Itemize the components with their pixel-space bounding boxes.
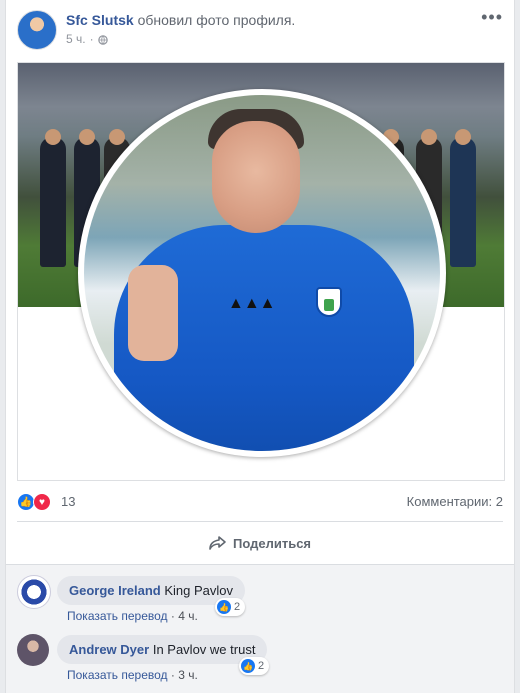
comment-meta: Показать перевод · 4 ч. bbox=[67, 609, 198, 623]
profile-photo-update[interactable]: ▲▲▲ bbox=[17, 62, 505, 481]
comments-section: George Ireland King Pavlov 👍 2 Показать … bbox=[6, 564, 514, 693]
comment-item: George Ireland King Pavlov 👍 2 Показать … bbox=[17, 569, 503, 625]
comment-like-count: 2 bbox=[258, 660, 265, 672]
globe-icon[interactable] bbox=[97, 34, 108, 45]
post-card: Sfc Slutsk обновил фото профиля. 5 ч. · … bbox=[5, 0, 515, 693]
comment-like-count: 2 bbox=[234, 601, 241, 613]
like-reaction-icon: 👍 bbox=[217, 600, 231, 614]
share-button[interactable]: Поделиться bbox=[17, 526, 503, 560]
profile-picture-frame: ▲▲▲ bbox=[78, 89, 446, 457]
translate-link[interactable]: Показать перевод bbox=[67, 668, 168, 682]
club-crest-icon bbox=[316, 287, 342, 317]
comments-count-link[interactable]: Комментарии: 2 bbox=[407, 494, 503, 509]
like-reaction-icon: 👍 bbox=[241, 659, 255, 673]
commenter-avatar[interactable] bbox=[17, 575, 51, 609]
share-label: Поделиться bbox=[232, 535, 312, 551]
reaction-icons[interactable]: 👍 ♥ bbox=[17, 493, 51, 511]
page-avatar[interactable] bbox=[17, 10, 57, 50]
comment-author[interactable]: George Ireland bbox=[69, 583, 161, 598]
post-title-line: Sfc Slutsk обновил фото профиля. bbox=[66, 12, 295, 28]
love-reaction-icon: ♥ bbox=[33, 493, 51, 511]
reaction-count[interactable]: 13 bbox=[61, 494, 75, 509]
comment-reactions[interactable]: 👍 2 bbox=[239, 657, 270, 675]
more-dots-icon[interactable]: ••• bbox=[481, 8, 503, 26]
adidas-logo-icon: ▲▲▲ bbox=[228, 295, 276, 312]
comment-time[interactable]: · 4 ч. bbox=[171, 609, 198, 623]
reactions-bar: 👍 ♥ 13 Комментарии: 2 bbox=[17, 491, 503, 513]
translate-link[interactable]: Показать перевод bbox=[67, 609, 168, 623]
post-action-text: обновил фото профиля. bbox=[137, 12, 296, 28]
post-author-link[interactable]: Sfc Slutsk bbox=[66, 12, 134, 28]
post-header: Sfc Slutsk обновил фото профиля. 5 ч. · … bbox=[17, 8, 503, 50]
comment-item: Andrew Dyer In Pavlov we trust 👍 2 Показ… bbox=[17, 628, 503, 684]
comment-time[interactable]: · 3 ч. bbox=[171, 668, 198, 682]
comment-meta: Показать перевод · 3 ч. bbox=[67, 668, 198, 682]
profile-picture[interactable]: ▲▲▲ bbox=[84, 95, 440, 451]
comment-reactions[interactable]: 👍 2 bbox=[215, 598, 246, 616]
comment-text: In Pavlov we trust bbox=[152, 642, 256, 657]
comment-text: King Pavlov bbox=[164, 583, 234, 598]
comment-bubble: Andrew Dyer In Pavlov we trust bbox=[57, 635, 268, 664]
divider bbox=[17, 521, 503, 522]
post-time[interactable]: 5 ч. bbox=[66, 32, 86, 46]
share-icon bbox=[209, 536, 226, 550]
commenter-avatar[interactable] bbox=[17, 634, 49, 666]
post-meta: 5 ч. · bbox=[66, 32, 108, 46]
meta-separator: · bbox=[89, 32, 94, 46]
comment-author[interactable]: Andrew Dyer bbox=[69, 642, 149, 657]
